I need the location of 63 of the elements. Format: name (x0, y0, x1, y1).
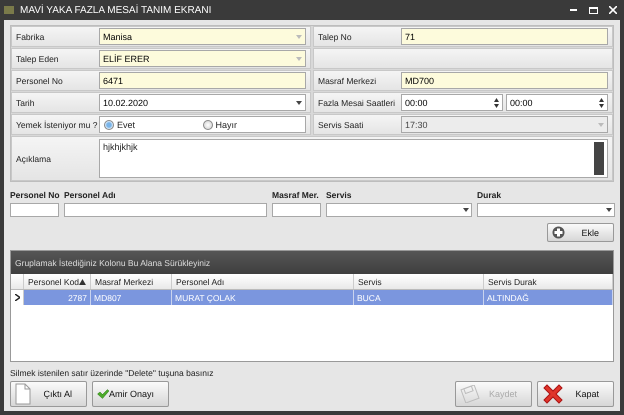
hint-text: Silmek istenilen satır üzerinde "Delete" tuşuna basınız (10, 368, 215, 378)
column-header[interactable]: Servis Durak (484, 274, 613, 289)
column-label: Personel Adı (64, 190, 116, 202)
column-header[interactable]: Personel Adı (172, 274, 354, 289)
description-field[interactable]: hjkhjkhjk (99, 139, 608, 178)
text-field[interactable] (64, 203, 267, 217)
document-icon (15, 383, 31, 405)
radio-button[interactable] (202, 120, 212, 130)
text-field[interactable]: MD700 (401, 72, 608, 89)
text-field[interactable]: 71 (401, 28, 608, 45)
dropdown-arrow-icon[interactable] (606, 208, 612, 212)
field-label: Açıklama (16, 154, 52, 164)
group-panel: Gruplamak İstediğiniz Kolonu Bu Alana Sürükleyiniz (11, 251, 613, 274)
window-title: MAVİ YAKA FAZLA MESAİ TANIM EKRANI (20, 4, 212, 16)
dropdown-arrow-icon[interactable] (463, 208, 469, 212)
app-icon (4, 6, 14, 14)
spin-arrows-icon[interactable] (494, 98, 499, 108)
action-button[interactable]: Kapat (537, 381, 614, 407)
column-label: Servis (326, 190, 352, 202)
close-icon (609, 6, 617, 14)
field-label: Personel No (16, 76, 64, 86)
column-label: Durak (477, 190, 502, 202)
column-label: Personel No (10, 190, 60, 202)
combo-box[interactable]: Manisa (99, 28, 306, 45)
radio-button[interactable] (104, 120, 114, 130)
time-spin-field[interactable]: 00:00 (506, 94, 608, 111)
action-button[interactable]: Çıktı Al (10, 381, 87, 407)
current-row-icon (14, 294, 20, 301)
scrollbar[interactable] (594, 142, 604, 175)
plus-icon (552, 226, 565, 239)
table-cell: MURAT ÇOLAK (172, 290, 354, 305)
add-button[interactable]: Ekle (547, 223, 614, 242)
field-label: Masraf Merkezi (318, 76, 378, 86)
text-field[interactable] (272, 203, 321, 217)
close-icon (542, 383, 564, 405)
table-cell: 2787 (24, 290, 91, 305)
field-label: Talep Eden (16, 54, 60, 64)
field-label: Fazla Mesai Saatleri (318, 98, 396, 108)
close-button[interactable] (606, 3, 620, 17)
field-label: Tarih (16, 98, 36, 108)
table-cell: BUCA (354, 290, 484, 305)
action-button[interactable]: Amir Onayı (92, 381, 169, 407)
text-field[interactable]: 6471 (99, 72, 306, 89)
column-label: Masraf Mer. (272, 190, 319, 202)
field-label: Yemek İsteniyor mu ? (16, 120, 96, 130)
table-cell: ALTINDAĞ (484, 290, 613, 305)
maximize-icon (588, 6, 598, 14)
date-field[interactable]: 10.02.2020 (99, 94, 306, 111)
combo-box[interactable]: ELİF ERER (99, 50, 306, 67)
minimize-icon (570, 9, 576, 11)
dropdown-arrow-icon[interactable] (296, 100, 302, 104)
table-cell: MD807 (91, 290, 172, 305)
field-label: Fabrika (16, 32, 46, 42)
radio-option[interactable]: Hayır (202, 120, 301, 130)
column-header[interactable]: Servis (354, 274, 484, 289)
spin-arrows-icon[interactable] (599, 98, 604, 108)
field-label: Talep No (318, 32, 353, 42)
radio-option[interactable]: Evet (104, 120, 202, 130)
text-field[interactable] (10, 203, 59, 217)
column-header[interactable]: Personel Kod (24, 274, 91, 289)
time-spin-field[interactable]: 00:00 (401, 94, 503, 111)
field-label: Servis Saati (318, 120, 364, 130)
column-header[interactable]: Masraf Merkezi (91, 274, 172, 289)
